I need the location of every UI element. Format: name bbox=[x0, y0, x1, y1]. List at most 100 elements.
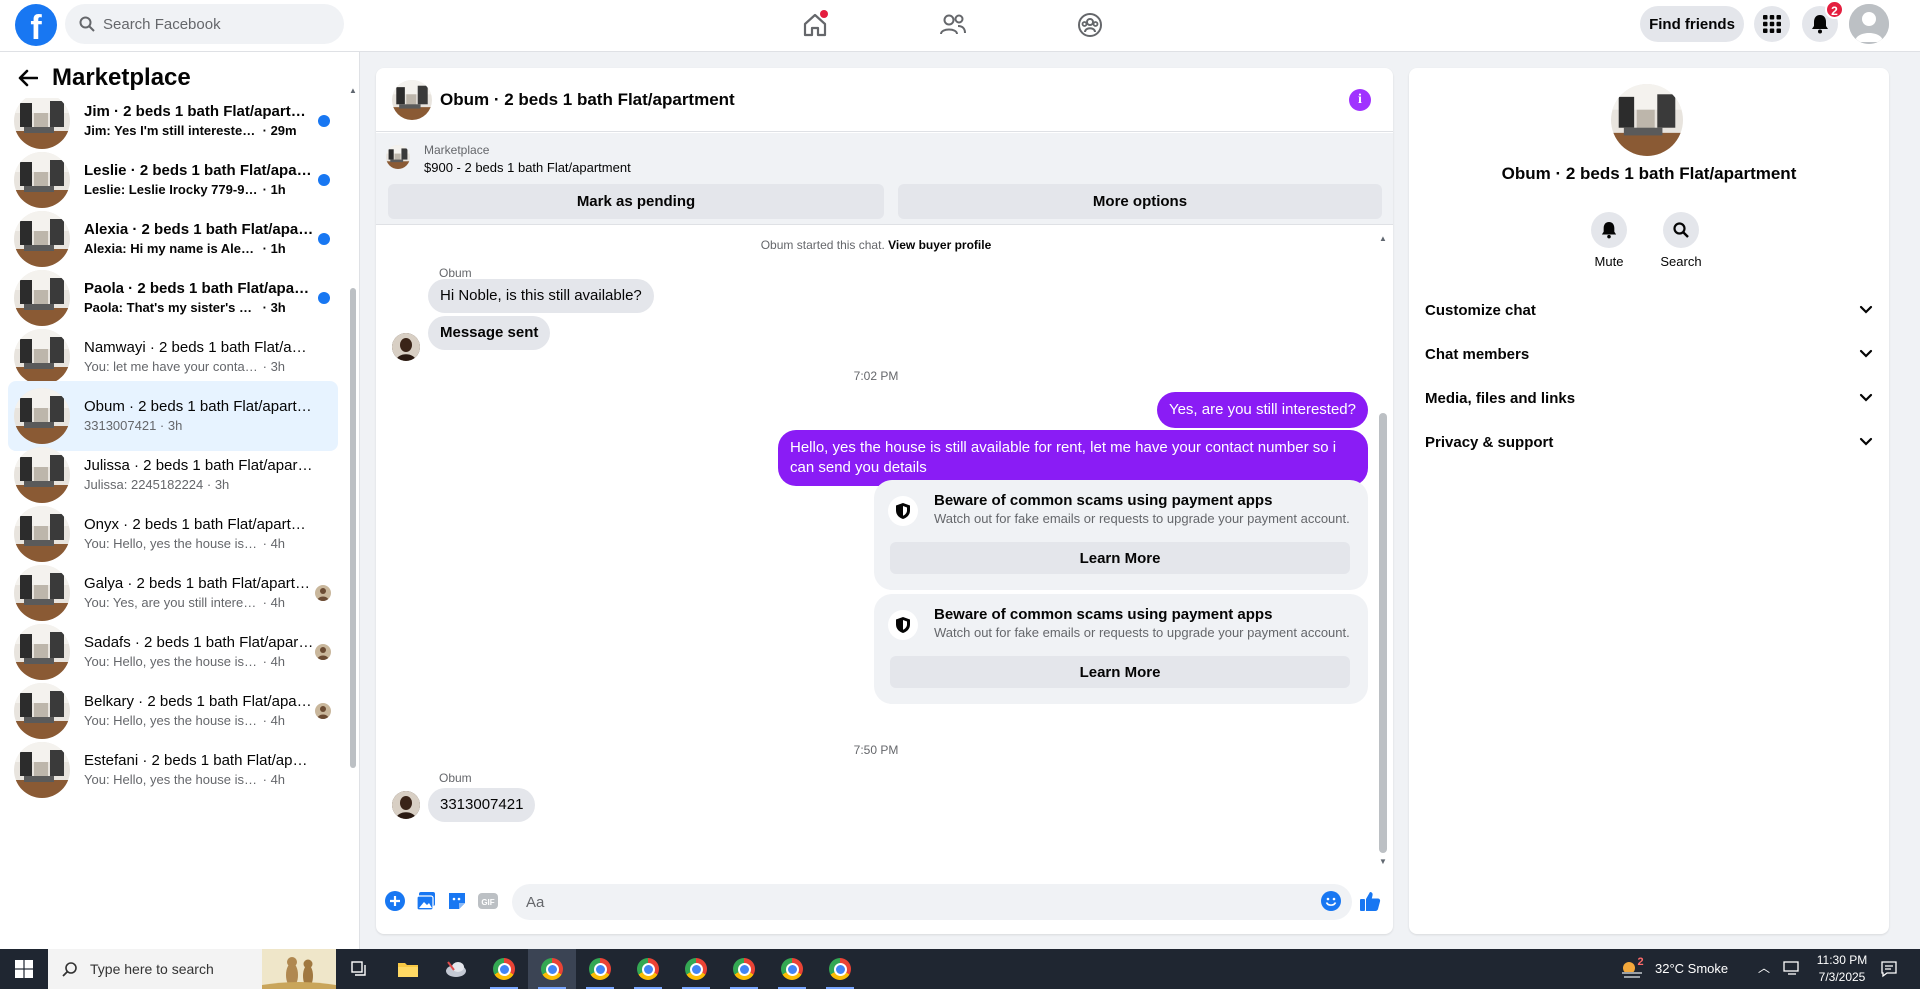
gif-button[interactable]: GIF bbox=[477, 890, 499, 912]
find-friends-button[interactable]: Find friends bbox=[1640, 6, 1744, 42]
search-in-conversation-button[interactable]: Search bbox=[1651, 212, 1711, 269]
separator-dot: · bbox=[203, 477, 215, 492]
facebook-search-box[interactable] bbox=[65, 4, 344, 44]
conversation-text: Estefani · 2 beds 1 bath Flat/apartment Y… bbox=[84, 751, 314, 789]
bell-icon bbox=[1591, 212, 1627, 248]
incoming-message[interactable]: Message sent bbox=[428, 316, 551, 350]
facebook-logo[interactable]: f bbox=[15, 4, 57, 46]
scroll-up-arrow[interactable]: ▲ bbox=[349, 86, 357, 95]
add-attachment-button[interactable] bbox=[384, 890, 406, 912]
chat-scrollbar[interactable] bbox=[1379, 413, 1387, 853]
notifications-button[interactable]: 2 bbox=[1802, 0, 1844, 42]
sender-avatar[interactable] bbox=[392, 333, 420, 361]
info-section-row[interactable]: Media, files and links bbox=[1425, 380, 1873, 416]
chrome-icon bbox=[493, 958, 515, 980]
facebook-search-input[interactable] bbox=[103, 15, 323, 33]
conversation-subline: 3313007421 · 3h bbox=[84, 417, 314, 435]
listing-price-title[interactable]: $900 - 2 beds 1 bath Flat/apartment bbox=[424, 160, 631, 175]
chrome-app[interactable] bbox=[768, 949, 816, 989]
conversation-subline: Paola: That's my sister's number · 3h bbox=[84, 299, 314, 317]
account-avatar-button[interactable] bbox=[1849, 4, 1889, 44]
photo-icon bbox=[416, 892, 435, 911]
svg-text:GIF: GIF bbox=[481, 898, 494, 907]
learn-more-button[interactable]: Learn More bbox=[890, 656, 1350, 688]
sender-name: Obum bbox=[439, 771, 472, 785]
outgoing-message[interactable]: Yes, are you still interested? bbox=[1156, 392, 1368, 428]
apartment-photo-icon bbox=[14, 152, 70, 208]
sticker-button[interactable] bbox=[446, 890, 468, 912]
chrome-app[interactable] bbox=[624, 949, 672, 989]
conversation-avatar[interactable] bbox=[1611, 84, 1683, 156]
attach-photo-button[interactable] bbox=[415, 890, 437, 912]
weather-text[interactable]: 32°C Smoke bbox=[1655, 961, 1728, 976]
chat-title[interactable]: Obum · 2 beds 1 bath Flat/apartment bbox=[440, 90, 735, 110]
listing-thumbnail[interactable] bbox=[386, 145, 410, 169]
conversation-time: 4h bbox=[270, 713, 286, 728]
message-thread: Obum started this chat. View buyer profi… bbox=[376, 228, 1393, 868]
message-input[interactable] bbox=[512, 884, 1352, 920]
like-button[interactable] bbox=[1359, 890, 1381, 912]
start-button[interactable] bbox=[0, 949, 48, 989]
chrome-app[interactable] bbox=[528, 949, 576, 989]
groups-nav-button[interactable] bbox=[1075, 10, 1105, 40]
sidebar-scrollbar[interactable] bbox=[350, 288, 356, 768]
info-section-row[interactable]: Chat members bbox=[1425, 336, 1873, 372]
sender-avatar[interactable] bbox=[392, 791, 420, 819]
cloud-app[interactable] bbox=[432, 949, 480, 989]
learn-more-button[interactable]: Learn More bbox=[890, 542, 1350, 574]
conversation-preview: You: Hello, yes the house is still avail… bbox=[84, 654, 259, 669]
show-hidden-icons-chevron-icon[interactable]: ︿ bbox=[1758, 959, 1770, 976]
chat-scroll-down-arrow[interactable]: ▼ bbox=[1379, 857, 1387, 866]
taskbar-search-box[interactable]: Type here to search bbox=[48, 949, 336, 989]
mark-as-pending-button[interactable]: Mark as pending bbox=[388, 184, 884, 219]
info-section-row[interactable]: Customize chat bbox=[1425, 292, 1873, 328]
info-icon[interactable]: i bbox=[1349, 89, 1371, 111]
seen-avatar bbox=[315, 703, 331, 719]
more-options-button[interactable]: More options bbox=[898, 184, 1382, 219]
back-arrow-icon[interactable] bbox=[18, 69, 38, 87]
chrome-app[interactable] bbox=[672, 949, 720, 989]
conversation-name: Onyx · 2 beds 1 bath Flat/apartment bbox=[84, 516, 314, 533]
apartment-photo-icon bbox=[14, 624, 70, 680]
network-icon[interactable] bbox=[1783, 960, 1801, 979]
chat-avatar[interactable] bbox=[392, 80, 432, 120]
menu-button[interactable] bbox=[1754, 6, 1790, 42]
task-view-button[interactable] bbox=[336, 949, 384, 989]
chevron-down-icon bbox=[1859, 437, 1873, 446]
notification-center-icon[interactable] bbox=[1880, 960, 1898, 981]
home-nav-button[interactable] bbox=[800, 10, 830, 40]
friends-nav-button[interactable] bbox=[938, 10, 968, 40]
file-explorer-app[interactable] bbox=[384, 949, 432, 989]
mute-button[interactable]: Mute bbox=[1579, 212, 1639, 269]
conversation-preview: Paola: That's my sister's number bbox=[84, 300, 259, 315]
bell-icon bbox=[1812, 15, 1828, 34]
view-buyer-profile-link[interactable]: View buyer profile bbox=[888, 238, 991, 252]
chat-started-note: Obum started this chat. View buyer profi… bbox=[376, 238, 1376, 252]
warning-title: Beware of common scams using payment app… bbox=[934, 606, 1273, 623]
conversation-preview: Jim: Yes I'm still interested. Please bbox=[84, 123, 259, 138]
windows-logo-icon bbox=[15, 960, 33, 978]
weather-widget[interactable]: 2 bbox=[1614, 949, 1650, 989]
chrome-app[interactable] bbox=[480, 949, 528, 989]
chrome-icon bbox=[541, 958, 563, 980]
incoming-message[interactable]: 3313007421 bbox=[428, 788, 536, 822]
conversation-thumbnail bbox=[14, 742, 70, 798]
conversation-subline: You: Yes, are you still interested? · 4h bbox=[84, 594, 314, 612]
chrome-app[interactable] bbox=[816, 949, 864, 989]
taskbar-clock[interactable]: 11:30 PM 7/3/2025 bbox=[1802, 952, 1882, 986]
clock-date: 7/3/2025 bbox=[1818, 970, 1866, 984]
conversation-subline: You: Hello, yes the house is still avail… bbox=[84, 771, 314, 789]
conversation-item[interactable]: Estefani · 2 beds 1 bath Flat/apartment Y… bbox=[8, 735, 338, 805]
separator-dot: · bbox=[259, 300, 271, 315]
conversation-thumbnail bbox=[14, 447, 70, 503]
emoji-button[interactable] bbox=[1320, 890, 1342, 912]
info-section-row[interactable]: Privacy & support bbox=[1425, 424, 1873, 460]
conversation-text: Jim · 2 beds 1 bath Flat/apartment Jim: Y… bbox=[84, 102, 314, 140]
apartment-photo-icon bbox=[14, 506, 70, 562]
outgoing-message[interactable]: Hello, yes the house is still available … bbox=[778, 430, 1368, 486]
chrome-app[interactable] bbox=[720, 949, 768, 989]
search-icon bbox=[62, 962, 77, 977]
chat-scroll-up-arrow[interactable]: ▲ bbox=[1379, 234, 1387, 243]
chrome-app[interactable] bbox=[576, 949, 624, 989]
incoming-message[interactable]: Hi Noble, is this still available? bbox=[428, 279, 654, 313]
